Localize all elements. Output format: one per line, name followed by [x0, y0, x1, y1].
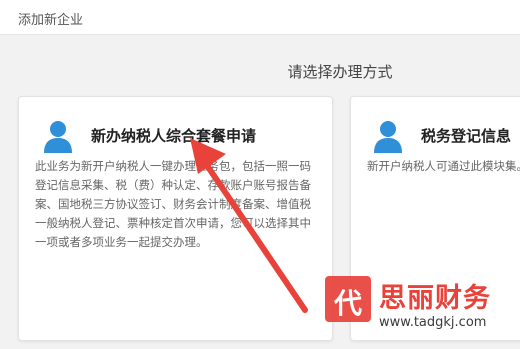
card-title: 税务登记信息: [421, 127, 512, 145]
watermark-logo-char: 代: [333, 287, 362, 320]
watermark-name: 思丽财务: [379, 283, 491, 314]
arrow-annotation-icon: [190, 138, 308, 313]
window-header: 添加新企业: [0, 0, 520, 35]
watermark-logo-icon: 代: [325, 276, 371, 322]
user-icon: [374, 121, 402, 153]
card-description: 新开户纳税人可通过此模块集。: [367, 159, 520, 173]
watermark-url: www.tadgkj.com: [379, 315, 487, 330]
user-icon: [44, 121, 72, 153]
window-title: 添加新企业: [18, 13, 84, 28]
watermark: 代 思丽财务 www.tadgkj.com: [315, 270, 520, 349]
page-heading: 请选择办理方式: [287, 63, 393, 81]
